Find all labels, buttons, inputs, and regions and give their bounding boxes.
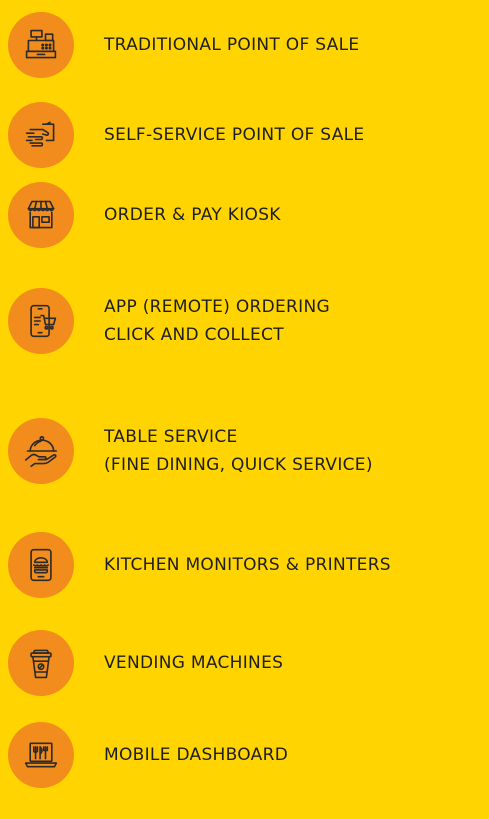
item-label: ORDER & PAY KIOSK — [104, 182, 281, 248]
item-label: APP (REMOTE) ORDERING CLICK AND COLLECT — [104, 282, 330, 360]
tablet-burger-badge — [8, 532, 74, 598]
list-item-mobile-dashboard: MOBILE DASHBOARD — [8, 722, 488, 788]
item-label-line: MOBILE DASHBOARD — [104, 745, 289, 765]
cloche-badge — [8, 418, 74, 484]
item-label: MOBILE DASHBOARD — [104, 722, 288, 788]
laptop-cutlery-badge — [8, 722, 74, 788]
list-item-app-ordering: APP (REMOTE) ORDERING CLICK AND COLLECT — [8, 288, 488, 354]
card-payment-badge — [8, 102, 74, 168]
kiosk-storefront-icon — [27, 200, 55, 229]
cash-register-icon — [25, 29, 57, 59]
list-item-kitchen-monitors: KITCHEN MONITORS & PRINTERS — [8, 532, 488, 598]
cash-register-badge — [8, 12, 74, 78]
channel-list: TRADITIONAL POINT OF SALE SELF-SERVICE P… — [0, 0, 489, 819]
item-label-line: (FINE DINING, QUICK SERVICE) — [104, 455, 373, 475]
kiosk-badge — [8, 182, 74, 248]
item-label-line: SELF-SERVICE POINT OF SALE — [104, 125, 365, 145]
coffee-cup-icon — [30, 649, 52, 679]
item-label-line: VENDING MACHINES — [104, 653, 284, 673]
list-item-self-service-pos: SELF-SERVICE POINT OF SALE — [8, 102, 488, 168]
item-label-line: KITCHEN MONITORS & PRINTERS — [104, 555, 391, 575]
item-label-line: ORDER & PAY KIOSK — [104, 205, 281, 225]
list-item-vending-machines: VENDING MACHINES — [8, 630, 488, 696]
item-label-line: APP (REMOTE) ORDERING — [104, 297, 330, 317]
mobile-cart-icon — [30, 304, 57, 338]
list-item-table-service: TABLE SERVICE (FINE DINING, QUICK SERVIC… — [8, 418, 488, 484]
cloche-hand-icon — [24, 435, 58, 468]
item-label: VENDING MACHINES — [104, 630, 283, 696]
tablet-burger-icon — [30, 548, 52, 582]
item-label: TABLE SERVICE (FINE DINING, QUICK SERVIC… — [104, 412, 373, 490]
item-label: TRADITIONAL POINT OF SALE — [104, 12, 359, 78]
laptop-cutlery-icon — [24, 742, 58, 768]
item-label-line: TRADITIONAL POINT OF SALE — [104, 35, 360, 55]
item-label: SELF-SERVICE POINT OF SALE — [104, 102, 364, 168]
coffee-cup-badge — [8, 630, 74, 696]
mobile-cart-badge — [8, 288, 74, 354]
item-label-line: CLICK AND COLLECT — [104, 325, 284, 345]
item-label-line: TABLE SERVICE — [104, 427, 238, 447]
card-payment-hand-icon — [25, 121, 55, 147]
list-item-order-pay-kiosk: ORDER & PAY KIOSK — [8, 182, 488, 248]
item-label: KITCHEN MONITORS & PRINTERS — [104, 532, 391, 598]
list-item-traditional-pos: TRADITIONAL POINT OF SALE — [8, 12, 488, 78]
